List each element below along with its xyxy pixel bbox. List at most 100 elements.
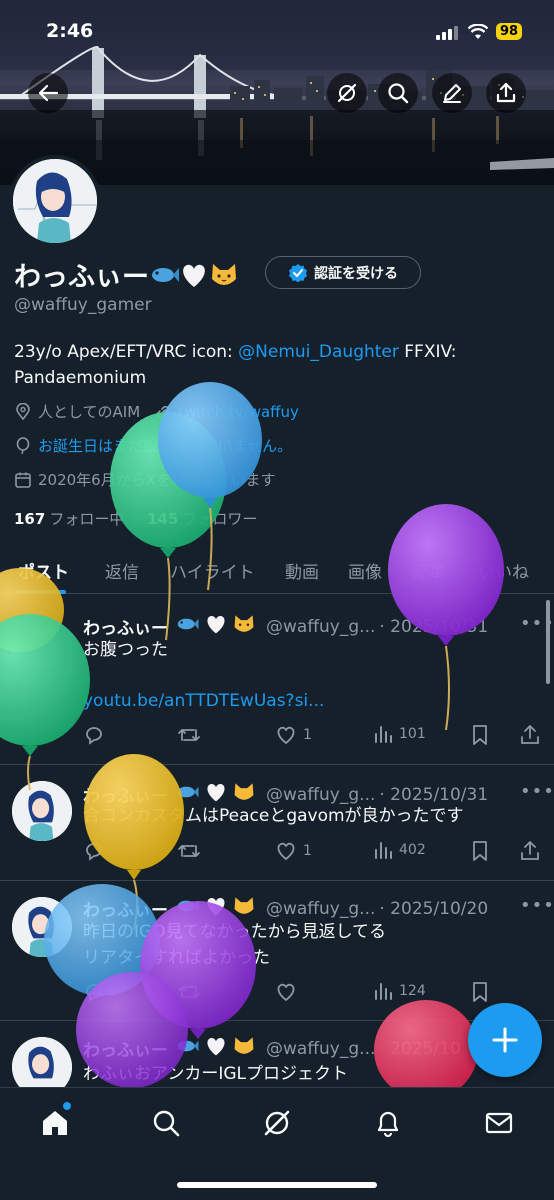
cat-emoji-icon (232, 1035, 256, 1062)
bookmark-button[interactable] (471, 981, 489, 1003)
more-options-icon[interactable]: ••• (520, 613, 554, 634)
post-author-handle: @waffuy_g... (266, 1038, 376, 1059)
views-chart-icon (375, 983, 392, 1000)
get-verified-label: 認証を受ける (314, 265, 398, 282)
post-avatar[interactable] (12, 897, 72, 957)
reply-icon (86, 984, 102, 1002)
post-header: わっふぃー @waffuy_g... · 2025/10/31 (83, 613, 488, 640)
home-indicator[interactable] (177, 1182, 377, 1188)
following-link[interactable]: 167 フォロー中 (14, 510, 124, 528)
post-item[interactable]: わっふぃー @waffuy_g... · 2025/10/31 ••• 合コンカ… (0, 765, 554, 881)
plus-icon (492, 1027, 518, 1053)
share-icon (521, 725, 539, 744)
profile-joined-date: 2020年6月からXを利用しています (38, 471, 276, 489)
cellular-signal-icon (436, 26, 458, 40)
home-icon[interactable] (40, 1108, 70, 1138)
fish-emoji-icon (152, 267, 179, 282)
profile-avatar[interactable] (9, 155, 101, 247)
bookmark-button[interactable] (471, 724, 489, 746)
grok-button[interactable] (327, 73, 367, 113)
white-heart-emoji-icon (204, 1035, 228, 1062)
grok-icon[interactable] (262, 1108, 292, 1138)
reply-button[interactable] (83, 840, 105, 862)
cat-emoji-icon (212, 263, 236, 285)
repost-button[interactable] (177, 840, 201, 862)
compose-post-button[interactable] (468, 1003, 542, 1077)
post-text-line1: 昨日のIGO見てなかったから見返してる (83, 922, 387, 942)
tab-videos[interactable]: 動画 (285, 558, 319, 583)
post-date: · 2025/10/31 (379, 616, 489, 637)
like-button[interactable]: 1 (275, 724, 312, 746)
views-button[interactable]: 101 (373, 724, 426, 744)
search-icon[interactable] (151, 1108, 181, 1138)
post-text-line2: リアタイすればよかった (83, 948, 270, 968)
views-button[interactable]: 124 (373, 981, 426, 1001)
post-header: わっふぃー @waffuy_g... · 2025/10 (83, 1035, 461, 1062)
more-options-icon[interactable]: ••• (520, 895, 554, 916)
display-name-row: わっふぃー (14, 255, 239, 294)
post-text: 昨日のIGO見てなかったから見返してる リアタイすればよかった (83, 919, 523, 971)
cat-emoji-icon (232, 895, 256, 922)
reply-button[interactable] (83, 724, 105, 746)
bio-text-suffix: FFXIV: (398, 342, 457, 362)
white-heart-emoji-icon (204, 895, 228, 922)
fish-emoji-icon (174, 614, 200, 639)
followers-link[interactable]: 145 フォロワー (147, 510, 257, 528)
view-count: 101 (399, 726, 426, 742)
tab-media[interactable]: 画像 (348, 558, 382, 583)
get-verified-button[interactable]: 認証を受ける (265, 256, 421, 289)
mail-icon[interactable] (484, 1108, 514, 1138)
share-post-button[interactable] (519, 724, 541, 746)
views-button[interactable]: 402 (373, 840, 426, 860)
link-icon (157, 405, 170, 418)
tab-highlights[interactable]: ハイライト (170, 558, 255, 583)
bio-text-line2: Pandaemonium (14, 368, 147, 388)
bell-icon[interactable] (373, 1108, 403, 1138)
profile-tabs: ポスト 返信 ハイライト 動画 画像 記事 いいね (0, 548, 554, 594)
grok-icon (337, 83, 357, 103)
arrow-left-icon (38, 84, 59, 102)
followers-label: フォロワー (182, 510, 258, 528)
balloon-icon (16, 436, 30, 454)
like-button[interactable] (275, 981, 297, 1003)
share-button[interactable] (486, 73, 526, 113)
search-button[interactable] (378, 73, 418, 113)
share-post-button[interactable] (519, 840, 541, 862)
post-author-handle: @waffuy_g... (266, 898, 376, 919)
edit-button[interactable] (432, 73, 472, 113)
search-icon (388, 83, 409, 104)
following-count: 167 (14, 510, 46, 528)
followers-count: 145 (147, 510, 179, 528)
profile-birthday-link[interactable]: お誕生日はまだ設定されていません。 (38, 435, 292, 456)
profile-bio: 23y/o Apex/EFT/VRC icon: @Nemui_Daughter… (14, 339, 534, 391)
calendar-icon (15, 472, 31, 488)
bio-text: 23y/o Apex/EFT/VRC icon: (14, 342, 239, 362)
post-avatar[interactable] (12, 781, 72, 841)
back-button[interactable] (28, 73, 68, 113)
more-options-icon[interactable]: ••• (520, 781, 554, 802)
bio-mention-link[interactable]: @Nemui_Daughter (238, 342, 399, 362)
post-author-handle: @waffuy_g... (266, 784, 376, 805)
post-author-name: わっふぃー (83, 619, 168, 639)
post-item[interactable]: わっふぃー @waffuy_g... · 2025/10/31 ••• お腹つっ… (0, 595, 554, 765)
profile-website-link[interactable]: twitch.tv/waffuy (178, 403, 299, 421)
post-actions: 1 402 (83, 840, 543, 864)
white-heart-emoji-icon (204, 613, 228, 640)
reply-button[interactable] (83, 981, 105, 1003)
repost-button[interactable] (177, 724, 201, 746)
post-link[interactable]: youtu.be/anTTDTEwUas?si... (83, 691, 324, 711)
repost-button[interactable] (177, 981, 201, 1003)
post-author-handle: @waffuy_g... (266, 616, 376, 637)
pencil-icon (443, 84, 461, 103)
tab-replies[interactable]: 返信 (105, 558, 139, 583)
tab-articles[interactable]: 記事 (412, 558, 446, 583)
post-item[interactable]: わっふぃー @waffuy_g... · 2025/10/20 ••• 昨日のI… (0, 881, 554, 1021)
tab-posts[interactable]: ポスト (18, 558, 69, 583)
tab-likes[interactable]: いいね (478, 558, 529, 583)
following-label: フォロー中 (49, 510, 125, 528)
bookmark-button[interactable] (471, 840, 489, 862)
post-header: わっふぃー @waffuy_g... · 2025/10/20 (83, 895, 488, 922)
post-author-name: わっふぃー (83, 1041, 168, 1061)
profile-meta-row-3: 2020年6月からXを利用しています (14, 469, 276, 490)
like-button[interactable]: 1 (275, 840, 312, 862)
